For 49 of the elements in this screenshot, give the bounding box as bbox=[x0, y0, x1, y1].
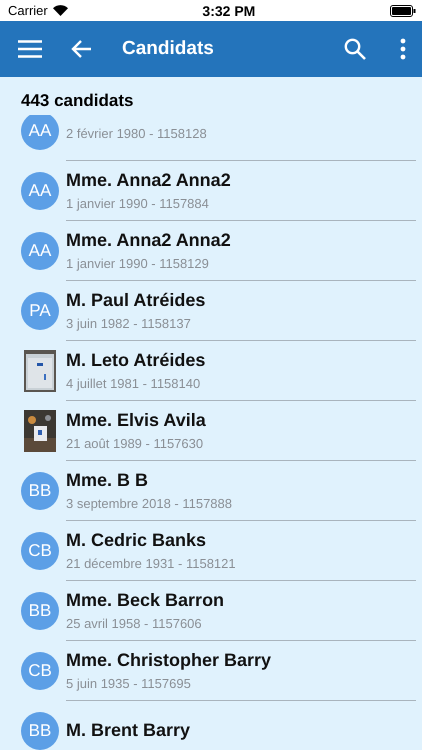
avatar: BB bbox=[21, 592, 59, 630]
candidate-name: Mme. Anna2 Anna2 bbox=[66, 230, 232, 251]
candidate-details: 1 janvier 1990 - 1157884 bbox=[66, 196, 210, 211]
candidate-row[interactable]: CB Mme. Christopher Barry 5 juin 1935 - 1157695 bbox=[0, 641, 422, 701]
battery-icon bbox=[390, 4, 416, 16]
candidate-row[interactable]: M. Leto Atréides 4 juillet 1981 - 1158140 bbox=[0, 341, 422, 401]
candidate-name: Mme. Christopher Barry bbox=[66, 650, 272, 671]
avatar: BB bbox=[21, 712, 59, 750]
avatar: CB bbox=[21, 532, 59, 570]
candidate-name: Mme. Beck Barron bbox=[66, 590, 226, 611]
avatar: AA bbox=[21, 232, 59, 270]
candidate-row[interactable]: BB M. Brent Barry bbox=[0, 701, 422, 750]
candidate-row[interactable]: Mme. Elvis Avila 21 août 1989 - 1157630 bbox=[0, 401, 422, 461]
avatar: PA bbox=[21, 292, 59, 330]
avatar: CB bbox=[21, 652, 59, 690]
candidate-name: Mme. Anna2 Anna2 bbox=[66, 170, 232, 191]
avatar: AA bbox=[21, 172, 59, 210]
wifi-icon bbox=[52, 5, 68, 16]
candidate-row[interactable]: CB M. Cedric Banks 21 décembre 1931 - 1158121 bbox=[0, 521, 422, 581]
candidate-details: 25 avril 1958 - 1157606 bbox=[66, 616, 203, 631]
candidate-count: 443 candidats bbox=[20, 90, 134, 112]
status-time: 3:32 PM bbox=[202, 2, 256, 18]
candidate-details: 3 septembre 2018 - 1157888 bbox=[66, 496, 233, 511]
candidate-name: M. Brent Barry bbox=[66, 720, 192, 741]
search-icon[interactable] bbox=[344, 38, 366, 60]
candidate-details: 2 février 1980 - 1158128 bbox=[66, 126, 208, 140]
candidate-row[interactable]: BB Mme. B B 3 septembre 2018 - 1157888 bbox=[0, 461, 422, 521]
carrier-label: Carrier bbox=[8, 3, 48, 18]
candidate-row[interactable]: AA Mme. Anna2 Anna2 1 janvier 1990 - 1157884 bbox=[0, 161, 422, 221]
candidate-name: Mme. B B bbox=[66, 470, 150, 491]
candidate-details: 3 juin 1982 - 1158137 bbox=[66, 316, 192, 331]
avatar: BB bbox=[21, 472, 59, 510]
candidate-details: 4 juillet 1981 - 1158140 bbox=[66, 376, 202, 391]
more-icon[interactable] bbox=[400, 38, 406, 60]
candidate-row[interactable]: BB Mme. Beck Barron 25 avril 1958 - 1157606 bbox=[0, 581, 422, 641]
candidate-details: 5 juin 1935 - 1157695 bbox=[66, 676, 192, 691]
candidate-row[interactable]: AA Mme. Anna2 Anna2 1 janvier 1990 - 1158129 bbox=[0, 221, 422, 281]
back-icon[interactable] bbox=[70, 39, 92, 59]
menu-icon[interactable] bbox=[18, 40, 42, 58]
candidate-details: 21 décembre 1931 - 1158121 bbox=[66, 556, 237, 571]
candidate-row[interactable]: PA M. Paul Atréides 3 juin 1982 - 1158137 bbox=[0, 281, 422, 341]
candidate-name: M. Cedric Banks bbox=[66, 530, 208, 551]
candidate-name: M. Paul Atréides bbox=[66, 290, 206, 311]
candidate-name: M. Leto Atréides bbox=[66, 350, 206, 371]
candidate-details: 1 janvier 1990 - 1158129 bbox=[66, 256, 210, 271]
screen-title: Candidats bbox=[122, 38, 215, 60]
avatar: AA bbox=[21, 115, 59, 150]
candidate-details: 21 août 1989 - 1157630 bbox=[66, 436, 204, 451]
candidate-name: Mme. Elvis Avila bbox=[66, 410, 207, 431]
